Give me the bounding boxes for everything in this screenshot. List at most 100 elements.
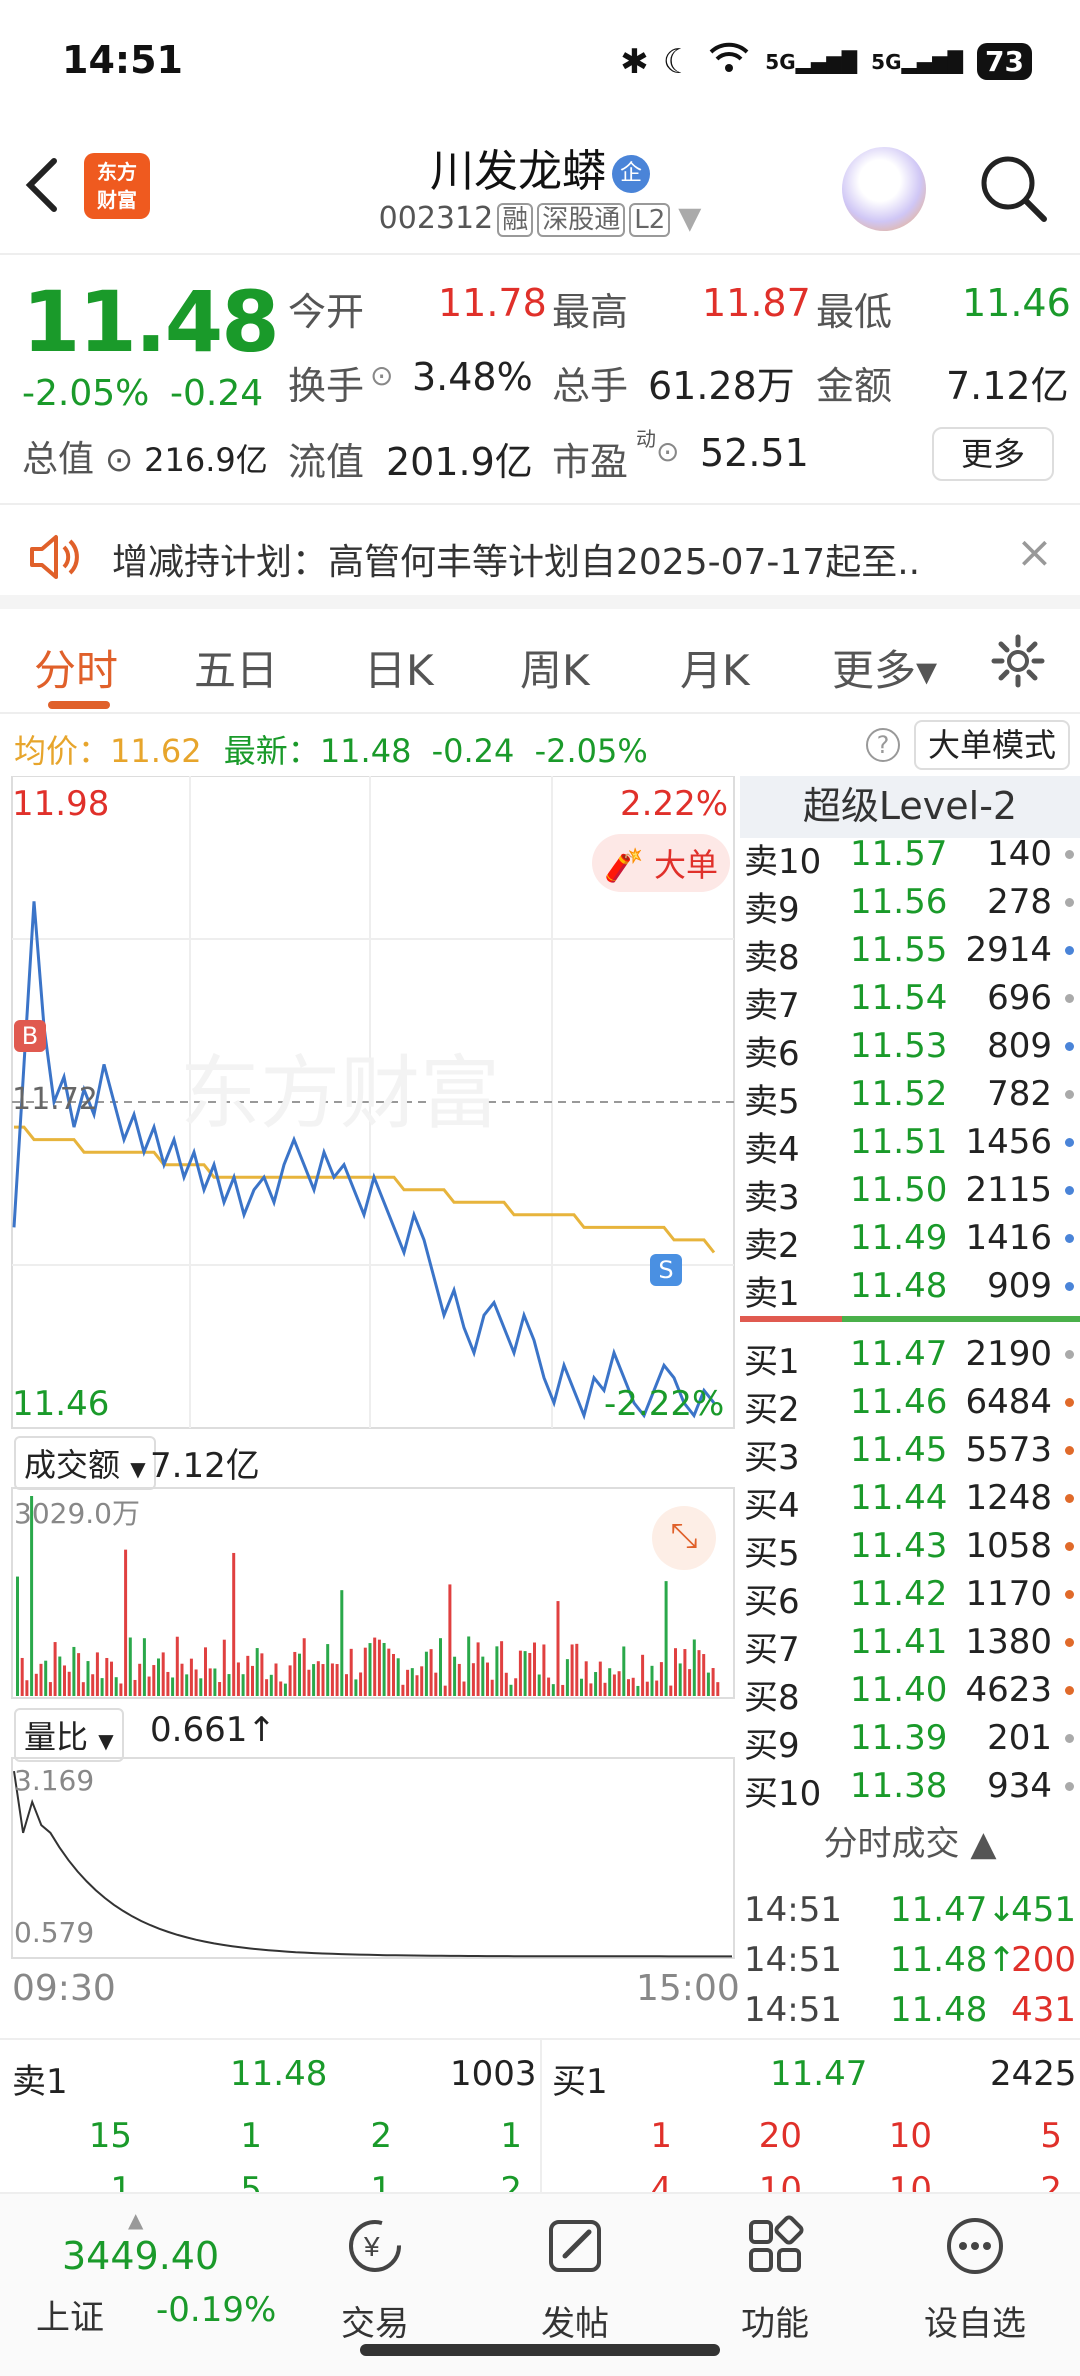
bid-row[interactable]: 买4 11.44 1248: [740, 1474, 1080, 1526]
avg-label: 均价：: [14, 732, 111, 770]
info-icon: ⊙: [94, 440, 145, 480]
ask-row[interactable]: 卖7 11.54 696: [740, 974, 1080, 1026]
bid-row[interactable]: 买2 11.46 6484: [740, 1378, 1080, 1430]
big-order-tag[interactable]: 🧨 大单: [592, 834, 731, 892]
intraday-chart[interactable]: 东方财富 11.98 2.22% 11.72 11.46 -2.22% 🧨 大单…: [0, 775, 740, 2038]
queue-cell: 1: [650, 2116, 672, 2156]
sell-marker[interactable]: S: [650, 1254, 682, 1286]
index-name[interactable]: 上证: [36, 2290, 104, 2339]
home-indicator[interactable]: [360, 2344, 720, 2356]
bid-row[interactable]: 买5 11.43 1058: [740, 1522, 1080, 1574]
volume-bar: [627, 1679, 630, 1696]
stock-header: 东方 财富 川发龙蟒企 002312 融深股通 L2 ▼: [0, 125, 1080, 255]
nav-watchlist-label: 设自选: [924, 2304, 1026, 2344]
bid-row[interactable]: 买8 11.40 4623: [740, 1666, 1080, 1718]
order-book: 超级Level-2 卖10 11.57 140 卖9 11.56 278 卖8 11.55 29…: [740, 776, 1080, 2038]
bid-row[interactable]: 买7 11.41 1380: [740, 1618, 1080, 1670]
ask-row[interactable]: 卖9 11.56 278: [740, 878, 1080, 930]
current-price: 11.48: [22, 273, 280, 371]
ask-row[interactable]: 卖4 11.51 1456: [740, 1118, 1080, 1170]
tag-margin: 融: [497, 203, 534, 237]
tab-more[interactable]: 更多▾: [832, 637, 937, 698]
ask-row[interactable]: 卖2 11.49 1416: [740, 1214, 1080, 1266]
level-label: 卖1: [744, 1274, 800, 1314]
nav-functions[interactable]: 功能: [700, 2214, 850, 2345]
volume-bar: [147, 1676, 151, 1696]
bid-row[interactable]: 买6 11.42 1170: [740, 1570, 1080, 1622]
search-icon[interactable]: [978, 153, 1048, 223]
ask-row[interactable]: 卖3 11.50 2115: [740, 1166, 1080, 1218]
volume-bar: [213, 1668, 217, 1696]
buy-marker[interactable]: B: [14, 1020, 46, 1052]
volume-bar: [251, 1665, 254, 1696]
volume-selector[interactable]: 成交额 ▼: [14, 1436, 156, 1490]
volume-bar: [674, 1648, 677, 1696]
queue-sell-vol: 1003: [450, 2054, 537, 2094]
tab-five-day[interactable]: 五日: [194, 637, 278, 698]
bid-row[interactable]: 买10 11.38 934: [740, 1762, 1080, 1814]
bid-row[interactable]: 买9 11.39 201: [740, 1714, 1080, 1766]
bluetooth-icon: ✱: [620, 41, 649, 82]
volume-bar: [594, 1672, 598, 1696]
turnover-label: 换手: [288, 364, 365, 408]
ask-row[interactable]: 卖1 11.48 909: [740, 1262, 1080, 1314]
level-volume: 6484: [965, 1382, 1052, 1422]
volume-bar: [185, 1674, 189, 1696]
bid-row[interactable]: 买1 11.47 2190: [740, 1330, 1080, 1382]
nav-watchlist[interactable]: 设自选: [900, 2214, 1050, 2345]
level-volume: 1380: [965, 1622, 1052, 1662]
trade-price: 11.47↓: [890, 1890, 1016, 1930]
index-value[interactable]: 3449.40: [62, 2234, 219, 2278]
volume-bar: [434, 1672, 438, 1696]
close-icon[interactable]: ×: [1016, 527, 1053, 578]
firecracker-icon: 🧨: [604, 846, 644, 884]
avg-value: 11.62: [110, 732, 202, 770]
bid-row[interactable]: 买3 11.45 5573: [740, 1426, 1080, 1478]
level-dot: [1065, 898, 1074, 907]
volume-bar: [453, 1656, 457, 1696]
book-divider: [740, 1316, 1080, 1322]
tab-daily-k[interactable]: 日K: [364, 637, 434, 698]
tab-underline: [48, 701, 110, 709]
volume-bar: [363, 1647, 367, 1696]
volume-bar: [406, 1669, 410, 1696]
tab-weekly-k[interactable]: 周K: [520, 637, 590, 698]
more-button[interactable]: 更多: [932, 427, 1054, 481]
volume-bar: [659, 1662, 663, 1696]
change-value: -0.24: [170, 373, 264, 414]
ask-row[interactable]: 卖10 11.57 140: [740, 830, 1080, 882]
notice-bar[interactable]: 增减持计划：高管何丰等计划自2025-07-17起至.. ×: [0, 505, 1080, 609]
ask-row[interactable]: 卖6 11.53 809: [740, 1022, 1080, 1074]
volume-bar: [716, 1682, 720, 1696]
volume-bar: [48, 1682, 52, 1696]
expand-icon[interactable]: ⤡: [652, 1506, 716, 1570]
volume-bar: [612, 1674, 616, 1696]
tab-intraday[interactable]: 分时: [34, 637, 118, 698]
volume-bar: [377, 1639, 381, 1696]
nav-trade[interactable]: ¥ 交易: [300, 2214, 450, 2345]
more-dots-icon: [943, 2214, 1007, 2278]
big-order-mode-button[interactable]: 大单模式: [914, 720, 1070, 770]
volume-bar: [509, 1684, 513, 1696]
level-label: 买8: [744, 1678, 800, 1718]
index-change[interactable]: -0.19%: [156, 2290, 276, 2330]
assistant-avatar[interactable]: [842, 147, 926, 231]
trade-icon: ¥: [343, 2214, 407, 2278]
notice-text: 增减持计划：高管何丰等计划自2025-07-17起至..: [112, 542, 921, 583]
ask-row[interactable]: 卖8 11.55 2914: [740, 926, 1080, 978]
volume-bar: [335, 1664, 339, 1696]
nav-post[interactable]: 发帖: [500, 2214, 650, 2345]
volume-bar: [175, 1636, 179, 1696]
tab-monthly-k[interactable]: 月K: [680, 637, 750, 698]
settings-icon[interactable]: [990, 633, 1046, 693]
volume-bar: [166, 1671, 170, 1696]
trades-title[interactable]: 分时成交 ▲: [740, 1816, 1080, 1865]
volume-bar: [575, 1643, 579, 1696]
level-volume: 1170: [965, 1574, 1052, 1614]
help-icon[interactable]: ?: [866, 728, 900, 762]
ratio-selector[interactable]: 量比 ▼: [14, 1708, 124, 1762]
open-label: 今开: [288, 290, 365, 334]
level-price: 11.38: [850, 1766, 948, 1806]
ask-row[interactable]: 卖5 11.52 782: [740, 1070, 1080, 1122]
level-price: 11.48: [850, 1266, 948, 1306]
